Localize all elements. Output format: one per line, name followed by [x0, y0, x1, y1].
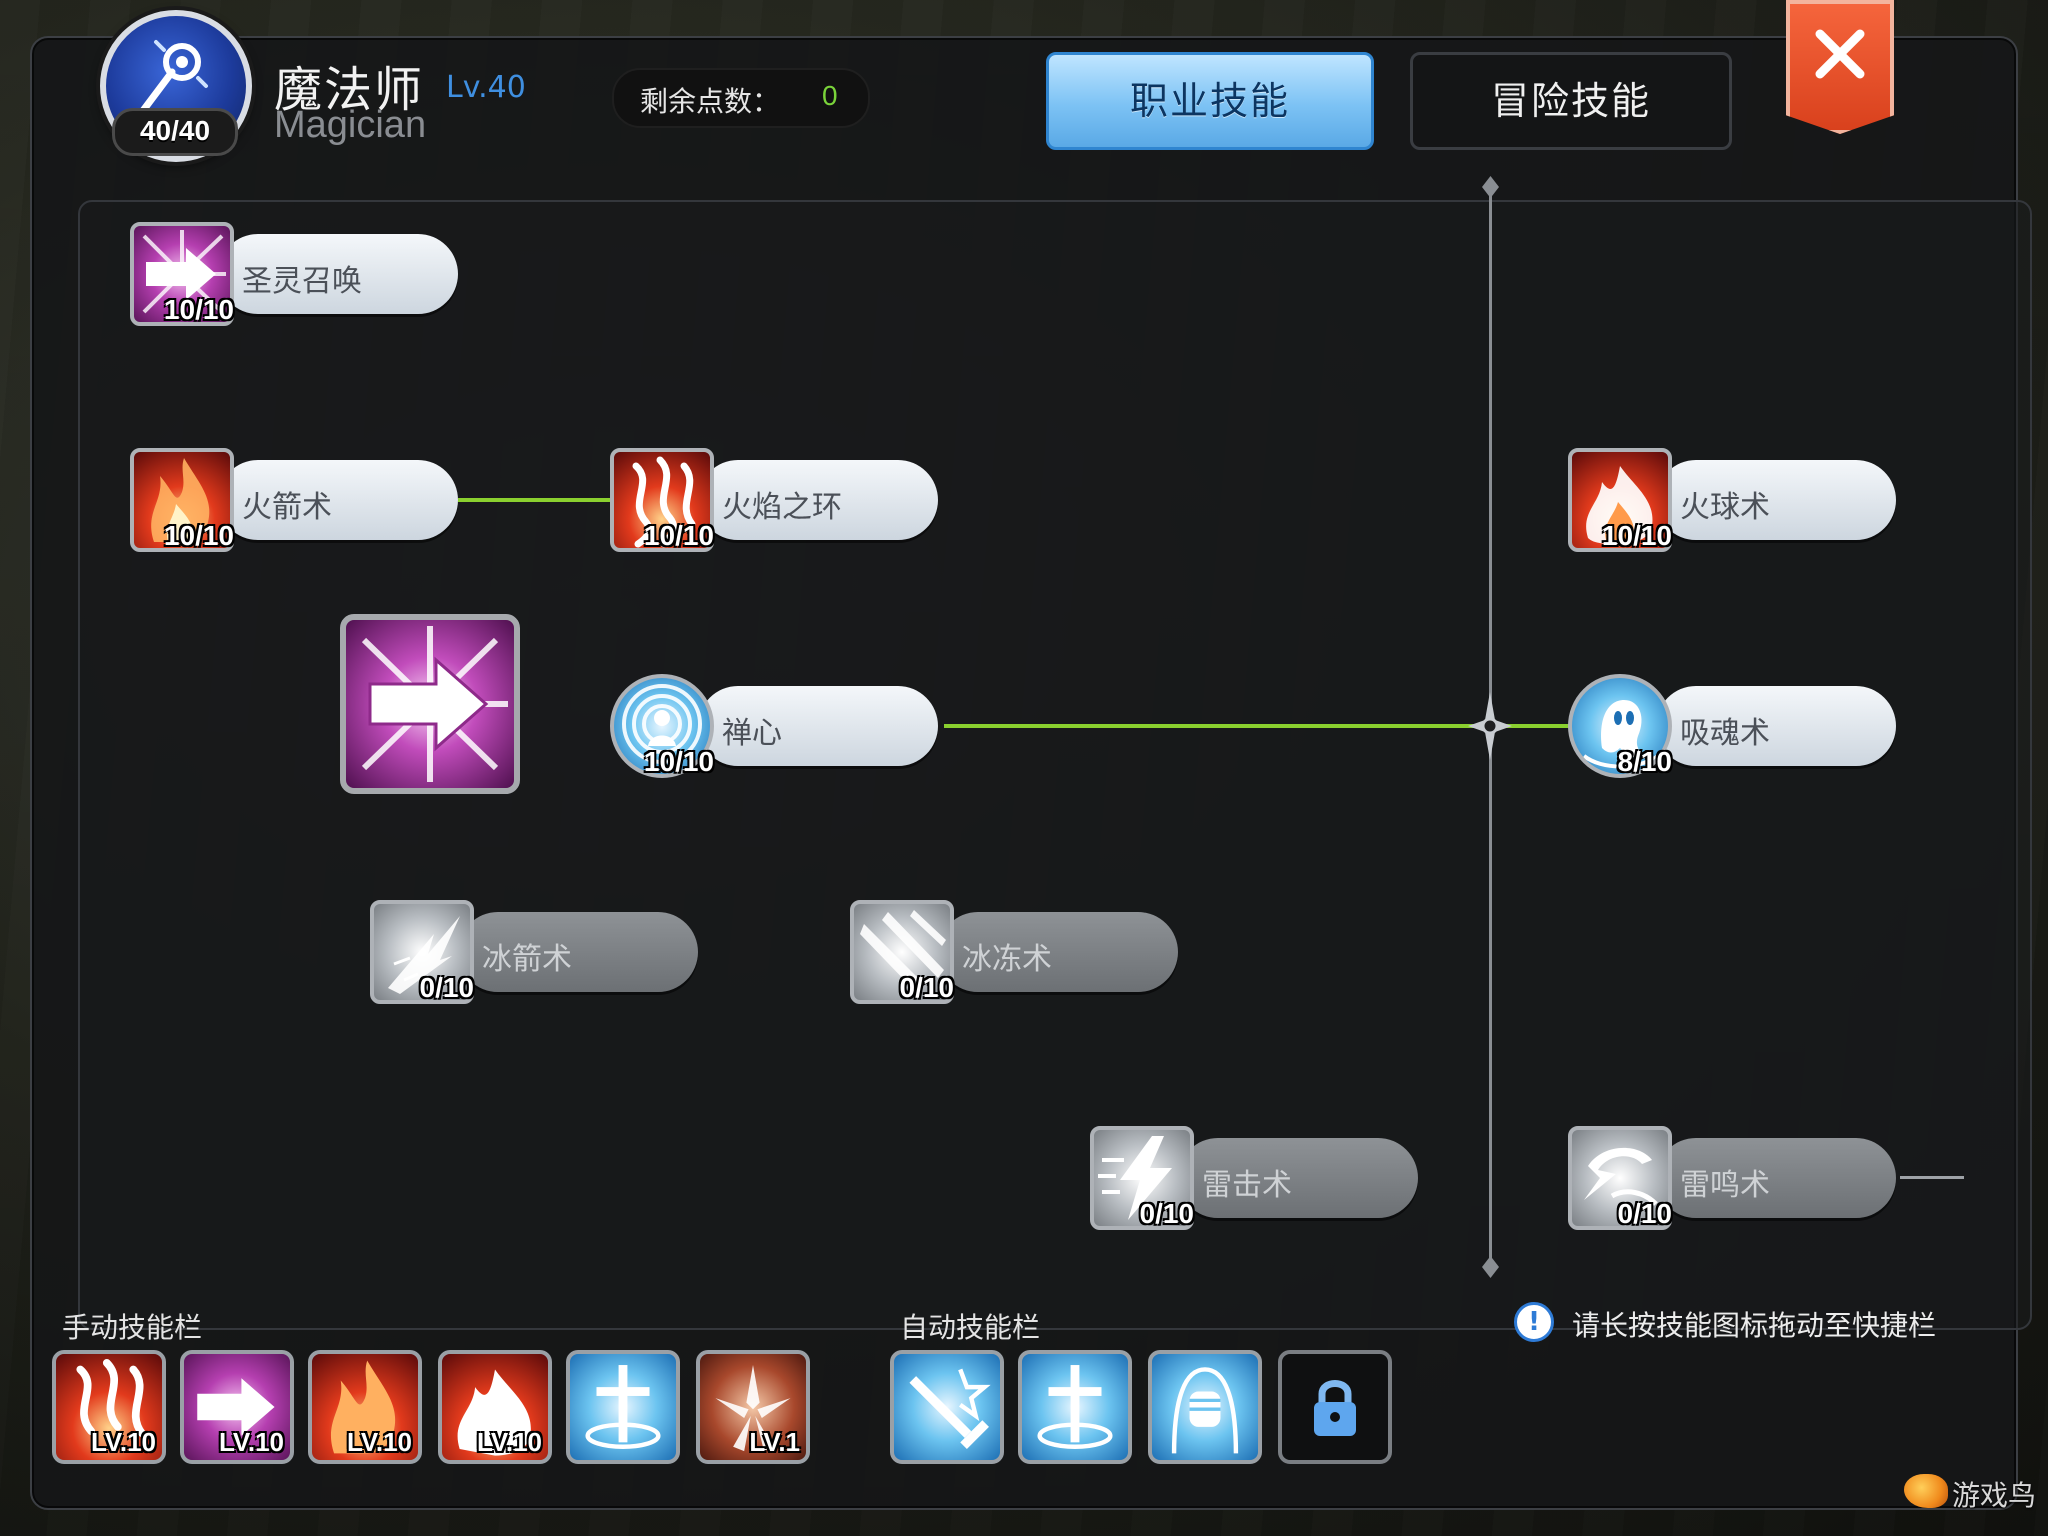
skill-level: 0/10: [1617, 1198, 1673, 1229]
skill-name: 圣灵召唤: [242, 264, 362, 299]
junction-star-icon: [1468, 692, 1512, 760]
slot-level: LV.10: [346, 1427, 412, 1457]
auto-bar-label: 自动技能栏: [900, 1311, 1041, 1344]
manual-slot-4[interactable]: LV.10: [438, 1350, 552, 1464]
skill-node-ice-arrow[interactable]: 冰箭术 0/10: [370, 900, 700, 1006]
skill-level: 8/10: [1617, 746, 1673, 777]
skill-name: 雷击术: [1202, 1168, 1292, 1203]
skill-node-fire-arrow[interactable]: 火箭术 10/10: [130, 448, 460, 554]
watermark-logo-icon: [1904, 1474, 1948, 1508]
slot-level: LV.10: [218, 1427, 284, 1457]
watermark-text: 游戏鸟: [1952, 1479, 2037, 1512]
tab-adventure-skills[interactable]: 冒险技能: [1410, 52, 1732, 150]
slot-level: LV.10: [476, 1427, 542, 1457]
close-button[interactable]: [1786, 0, 1894, 134]
skill-node-meditation[interactable]: 禅心 10/10: [610, 674, 940, 780]
emblem-count: 40/40: [112, 108, 238, 156]
skill-name: 雷鸣术: [1680, 1168, 1770, 1203]
auto-slot-2[interactable]: [1018, 1350, 1132, 1464]
slot-level: LV.10: [90, 1427, 156, 1457]
skill-level: 10/10: [163, 520, 234, 551]
skill-node-fire-ring[interactable]: 火焰之环 10/10: [610, 448, 940, 554]
skill-name: 冰冻术: [962, 942, 1052, 977]
manual-slot-2[interactable]: LV.10: [180, 1350, 294, 1464]
manual-slot-1[interactable]: LV.10: [52, 1350, 166, 1464]
sword-burst-icon: [909, 1368, 991, 1449]
manual-slot-5[interactable]: [566, 1350, 680, 1464]
skill-name: 火球术: [1680, 490, 1770, 525]
auto-slot-3[interactable]: [1148, 1350, 1262, 1464]
skill-level: 0/10: [899, 972, 955, 1003]
skill-name: 火箭术: [242, 490, 332, 525]
selected-skill-icon[interactable]: [340, 614, 520, 794]
slot-level: LV.1: [749, 1427, 800, 1457]
auto-slot-4-locked[interactable]: [1278, 1350, 1392, 1464]
connector-line: [458, 498, 614, 502]
points-value: 0: [822, 80, 838, 111]
points-label: 剩余点数：: [640, 85, 781, 118]
lock-icon: [1314, 1380, 1356, 1436]
class-name-en: Magician: [274, 104, 427, 146]
skill-node-soul-drain[interactable]: 吸魂术 8/10: [1568, 674, 1898, 780]
skill-name: 火焰之环: [722, 490, 842, 525]
skill-level: 0/10: [419, 972, 475, 1003]
drag-hint: 请长按技能图标拖动至快捷栏: [1572, 1309, 1937, 1342]
manual-bar-label: 手动技能栏: [62, 1311, 203, 1344]
skill-node-lightning-strike[interactable]: 雷击术 0/10: [1090, 1126, 1420, 1232]
skill-name: 冰箭术: [482, 942, 572, 977]
skill-name: 吸魂术: [1680, 716, 1770, 751]
remaining-points: 剩余点数： 0: [612, 68, 870, 128]
tab-job-skills[interactable]: 职业技能: [1046, 52, 1374, 150]
skill-level: 10/10: [163, 294, 234, 325]
close-icon: [1815, 29, 1865, 79]
skill-level: 10/10: [1601, 520, 1672, 551]
manual-slot-3[interactable]: LV.10: [308, 1350, 422, 1464]
skill-name: 禅心: [722, 716, 782, 751]
skill-level: 10/10: [643, 520, 714, 551]
skill-node-frost[interactable]: 冰冻术 0/10: [850, 900, 1180, 1006]
info-icon: !: [1514, 1302, 1554, 1342]
skill-node-holy-summon[interactable]: 圣灵召唤 10/10: [130, 222, 460, 328]
connector-line-dim: [1900, 1176, 1964, 1179]
skill-level: 10/10: [643, 746, 714, 777]
skill-level: 0/10: [1139, 1198, 1195, 1229]
class-level: Lv.40: [446, 70, 526, 105]
auto-slot-1[interactable]: [890, 1350, 1004, 1464]
arrow-burst-icon: [361, 626, 508, 782]
holy-cross-icon: [1037, 1365, 1113, 1449]
skill-node-fireball[interactable]: 火球术 10/10: [1568, 448, 1898, 554]
holy-cross-icon: [585, 1365, 661, 1449]
fist-icon: [1171, 1367, 1239, 1454]
manual-slot-6[interactable]: LV.1: [696, 1350, 810, 1464]
skill-node-thunder[interactable]: 雷鸣术 0/10: [1568, 1126, 1898, 1232]
